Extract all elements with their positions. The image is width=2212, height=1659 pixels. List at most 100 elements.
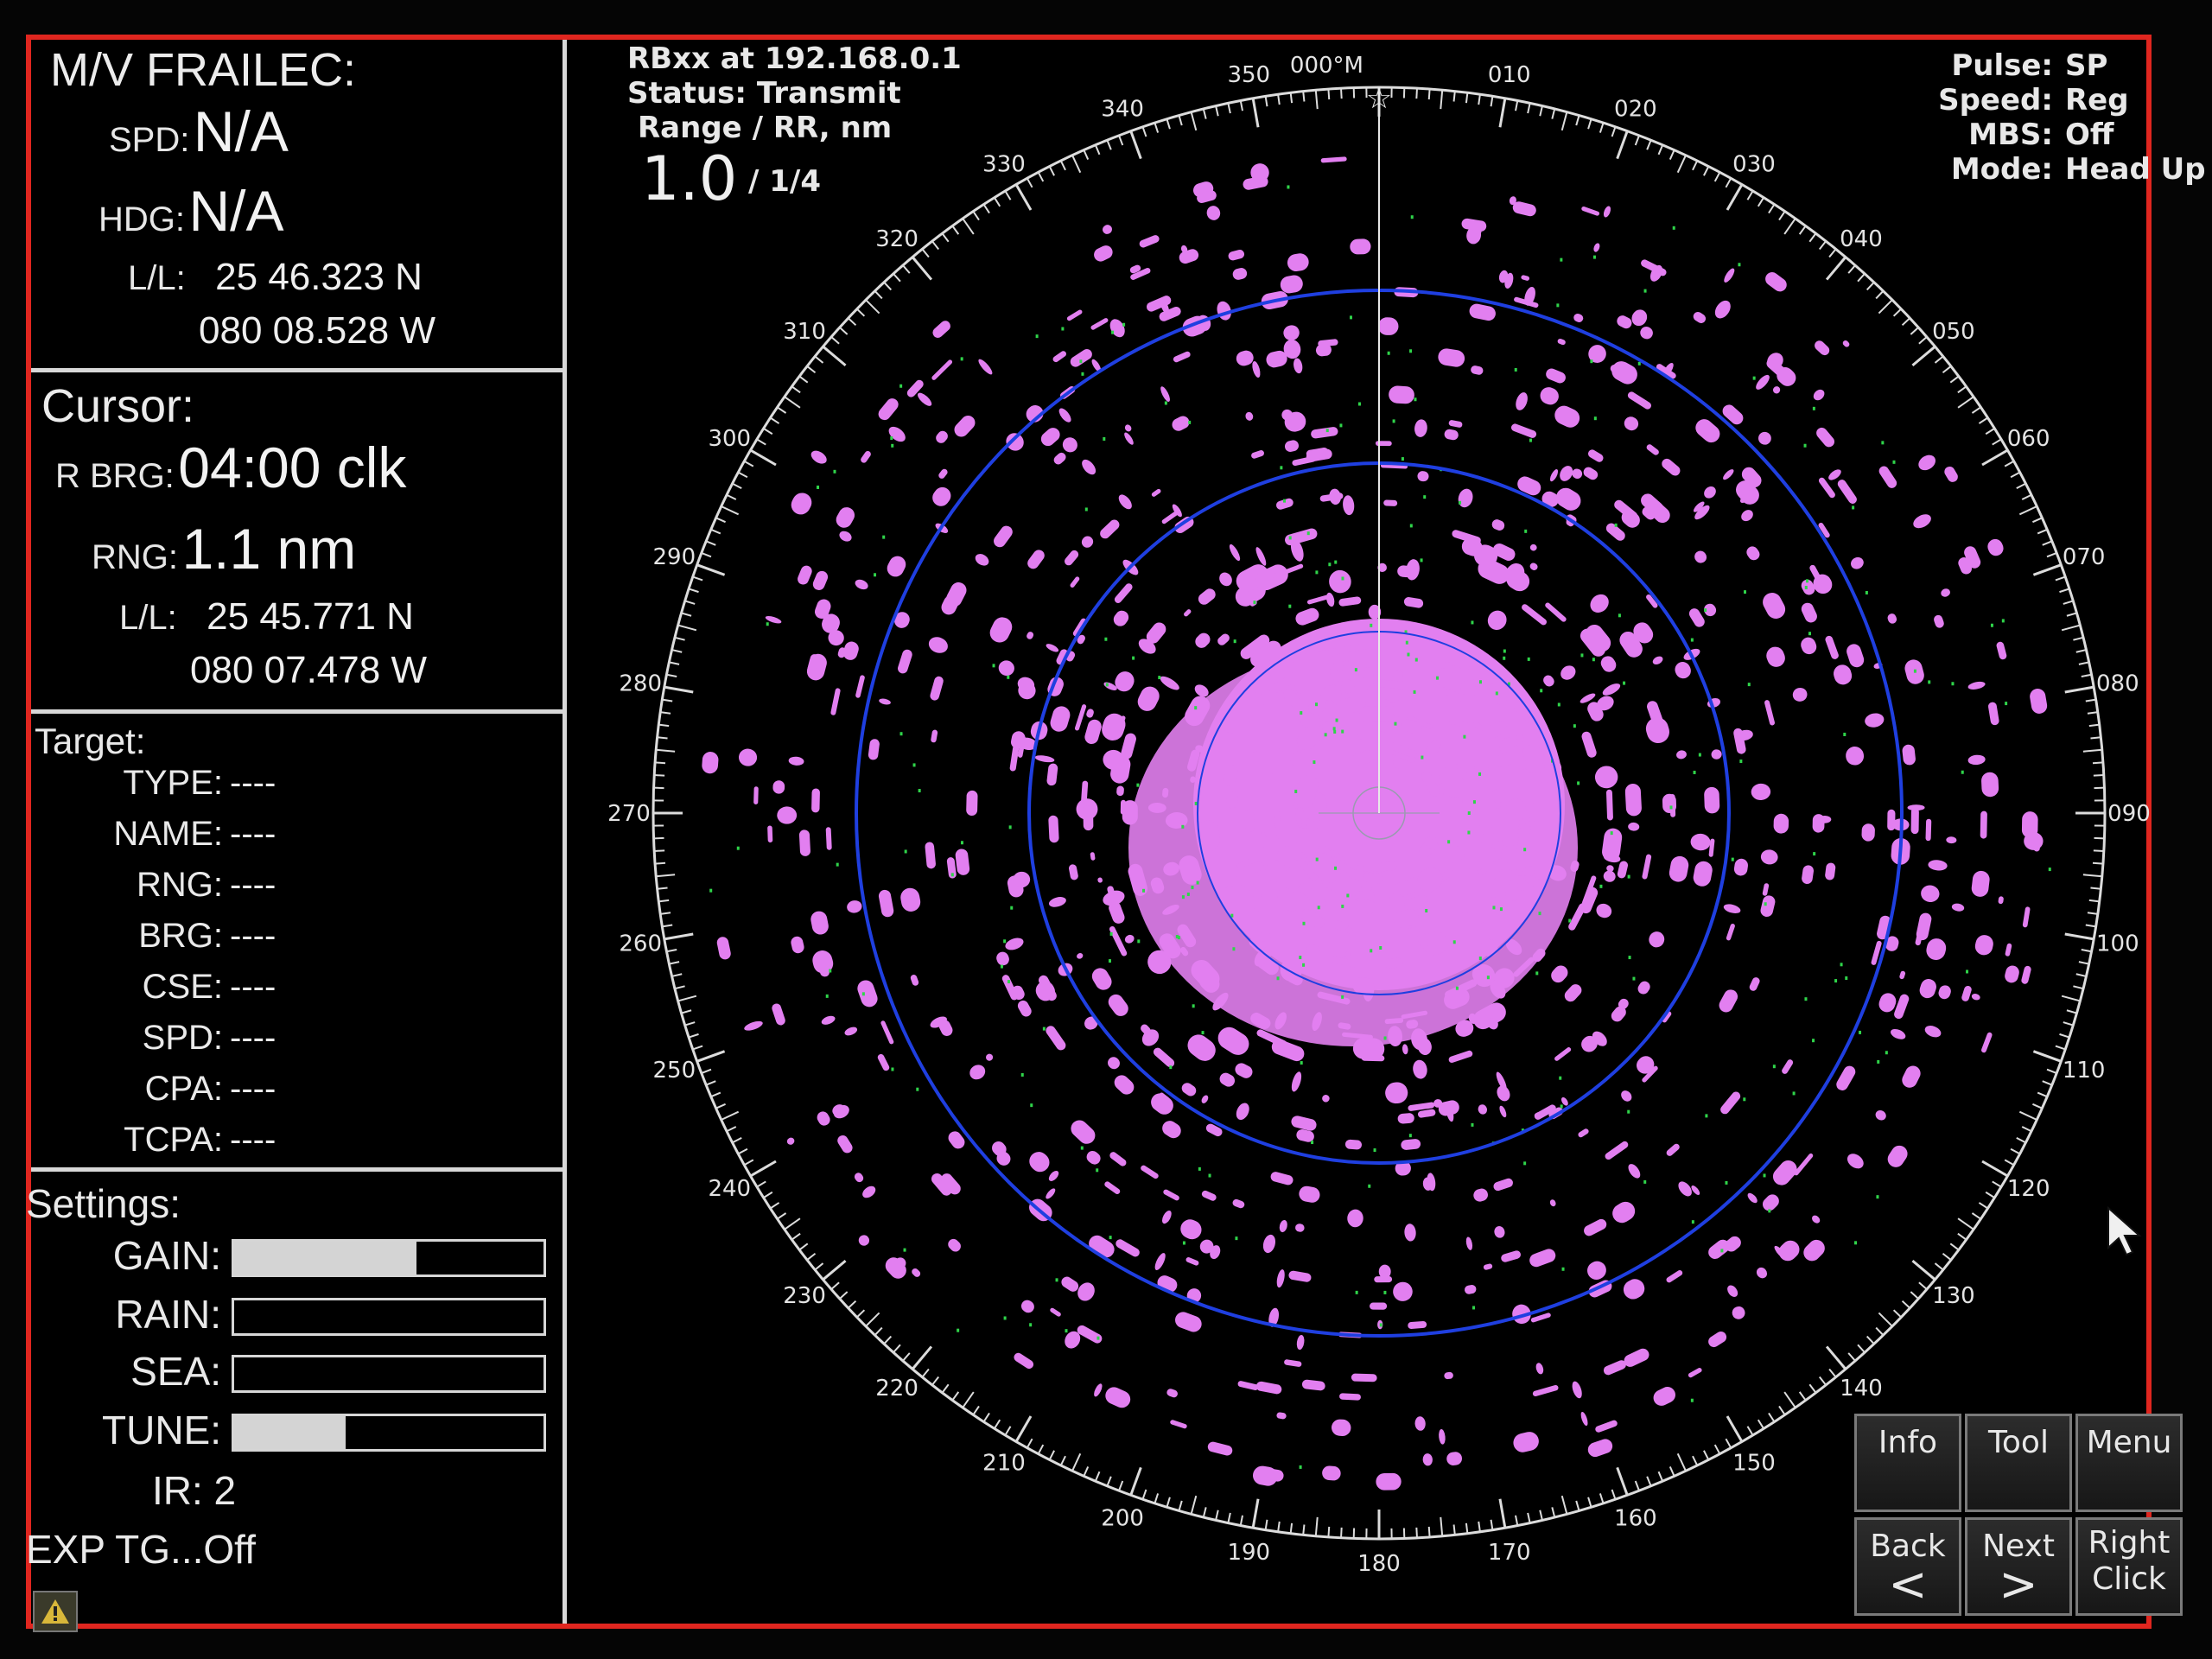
bearing-tick: [1798, 225, 1807, 235]
exp-target-text[interactable]: EXP TG...Off: [26, 1526, 256, 1573]
bearing-tick: [941, 232, 950, 243]
bearing-tick: [715, 1103, 726, 1109]
echo-blip: [1861, 823, 1875, 842]
echo-blip: [1487, 610, 1507, 630]
echo-blip: [1522, 604, 1547, 626]
echo-blip: [1170, 1420, 1187, 1429]
bearing-tick: [1985, 1191, 1995, 1198]
echo-blip: [932, 321, 950, 338]
rain-slider[interactable]: [232, 1298, 546, 1336]
noise-speck: [960, 357, 963, 361]
mode-label: Speed:: [1938, 83, 2053, 118]
echo-blip: [1719, 989, 1738, 1013]
noise-speck: [1186, 892, 1190, 896]
echo-blip: [1295, 607, 1319, 626]
echo-blip: [878, 398, 899, 421]
cursor-lat: 25 45.771 N: [207, 595, 414, 638]
bearing-tick: [662, 924, 673, 928]
bearing-tick: [1478, 1521, 1481, 1532]
noise-speck: [1280, 466, 1283, 470]
echo-blip: [1694, 550, 1707, 563]
noise-speck: [1628, 956, 1631, 960]
bearing-tick: [1725, 177, 1732, 188]
noise-speck: [1514, 367, 1517, 372]
echo-blip: [1417, 471, 1429, 482]
bearing-tick: [921, 248, 930, 258]
ir-text[interactable]: IR: 2: [152, 1467, 236, 1514]
target-field-row: NAME: ----: [31, 815, 276, 854]
menu-button[interactable]: Menu: [2075, 1414, 2183, 1512]
info-button[interactable]: Info: [1854, 1414, 1961, 1512]
bearing-tick: [1587, 1497, 1592, 1508]
echo-blip: [1048, 897, 1066, 907]
echo-blip: [1573, 313, 1584, 322]
range-ring-value[interactable]: / 1/4: [748, 164, 821, 199]
bearing-tick: [1327, 1526, 1331, 1538]
echo-blip: [1245, 411, 1254, 421]
noise-speck: [1627, 1109, 1630, 1114]
radar-view[interactable]: 000°M 010 020 030 040 050 060 070 080 090 100 110 12…: [567, 40, 2206, 1624]
echo-blip: [1847, 644, 1865, 668]
echo-blip: [1603, 206, 1611, 218]
bearing-tick: [1757, 1419, 1764, 1429]
echo-blip: [1902, 744, 1916, 766]
bearing-tick: [1166, 118, 1171, 130]
mode-value[interactable]: Off: [2065, 118, 2113, 152]
noise-speck: [861, 992, 865, 996]
bearing-tick: [962, 218, 975, 235]
right-click-button[interactable]: Right Click: [2075, 1517, 2183, 1616]
echo-blip: [1766, 646, 1785, 667]
echo-blip: [1017, 1000, 1032, 1017]
tune-slider[interactable]: [232, 1414, 546, 1452]
noise-speck: [1288, 536, 1292, 540]
noise-speck: [1182, 1241, 1185, 1245]
bearing-tick: [1957, 396, 1974, 409]
echo-blip: [1162, 1121, 1181, 1139]
bearing-tick: [784, 396, 801, 409]
mode-value[interactable]: Reg: [2065, 83, 2129, 118]
noise-speck: [1478, 680, 1482, 684]
echo-blip: [885, 1257, 906, 1279]
mode-value[interactable]: SP: [2065, 48, 2107, 83]
bearing-tick: [2073, 985, 2084, 990]
echo-blip: [1981, 772, 1999, 798]
noise-speck: [1341, 729, 1344, 734]
bearing-tick: [1251, 98, 1260, 128]
echo-blip: [812, 950, 834, 974]
noise-speck: [1314, 702, 1318, 707]
echo-blip: [938, 468, 948, 479]
bearing-tick: [1154, 1493, 1160, 1504]
hdg-value: N/A: [188, 179, 284, 243]
echo-blip: [1726, 924, 1735, 941]
target-field-row: CPA: ----: [31, 1070, 276, 1109]
mode-value[interactable]: Head Up: [2065, 152, 2206, 187]
bearing-tick: [654, 761, 666, 765]
echo-blip: [1464, 1285, 1477, 1294]
echo-blip: [1951, 903, 1965, 912]
bearing-tick: [1141, 1489, 1147, 1500]
echo-blip: [1603, 870, 1616, 882]
range-value[interactable]: 1.0: [641, 143, 737, 214]
echo-blip: [1068, 864, 1078, 880]
bearing-tick: [1910, 1291, 1919, 1300]
echo-blip: [1206, 206, 1221, 220]
echo-blip: [1163, 1189, 1179, 1201]
bearing-tick: [2092, 761, 2104, 765]
noise-speck: [1672, 226, 1675, 230]
echo-blip: [1924, 1026, 1942, 1038]
back-button[interactable]: Back <: [1854, 1517, 1961, 1616]
tool-button[interactable]: Tool: [1965, 1414, 2072, 1512]
noise-speck: [1328, 563, 1332, 567]
next-button[interactable]: Next >: [1965, 1517, 2072, 1616]
vessel-section: M/V FRAILEC: SPD: N/A HDG: N/A L/L: 25 4…: [31, 40, 563, 372]
sea-slider[interactable]: [232, 1355, 546, 1393]
noise-speck: [1235, 1236, 1238, 1241]
bearing-label: 070: [2063, 544, 2106, 570]
bearing-tick: [1808, 1383, 1817, 1394]
gain-slider[interactable]: [232, 1239, 546, 1277]
bearing-label: 100: [2096, 931, 2139, 957]
warning-icon[interactable]: [33, 1591, 78, 1632]
noise-speck: [1812, 406, 1815, 410]
radar-ppi[interactable]: 000°M 010 020 030 040 050 060 070 080 090 100 110 12…: [567, 40, 2152, 1624]
noise-speck: [1169, 1065, 1173, 1070]
